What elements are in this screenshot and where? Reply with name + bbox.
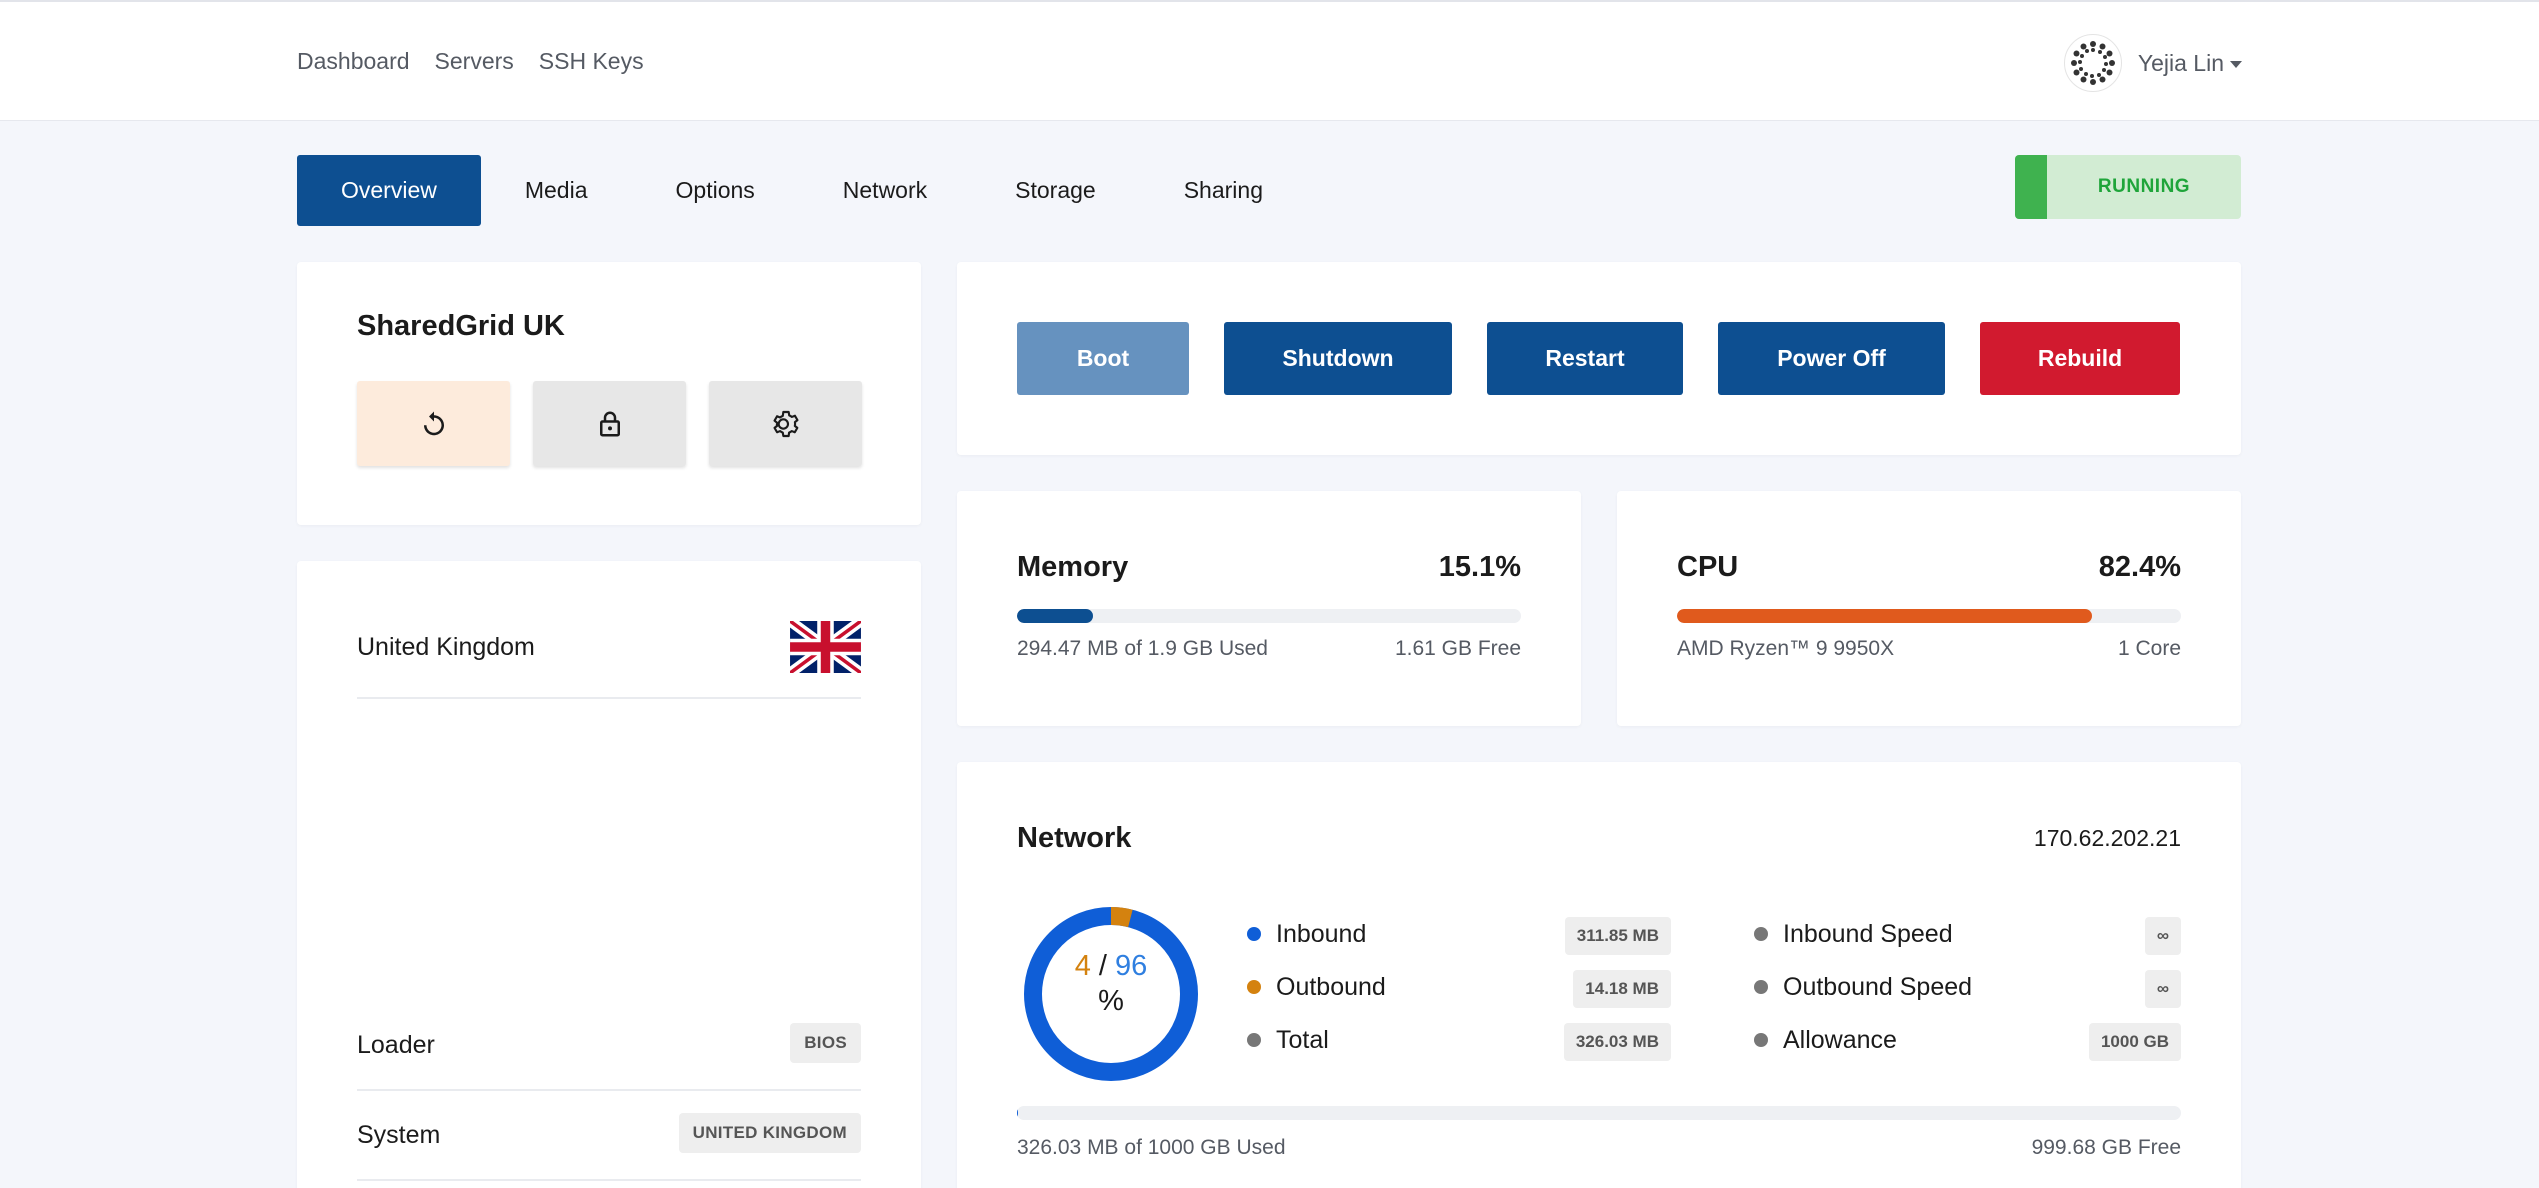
allowance-dot-icon [1754,1033,1768,1047]
lock-button[interactable] [533,381,686,466]
loader-row: Loader BIOS [357,1001,861,1091]
donut-inbound-pct: 96 [1115,950,1148,982]
reinstall-icon [423,411,444,435]
legend-allowance-value: 1000 GB [2088,1023,2181,1061]
loader-label: Loader [357,1031,435,1059]
legend-outbound-speed: Outbound Speed [1754,967,1972,1007]
legend-inbound-speed-value: ∞ [2144,917,2181,955]
user-name-text: Yejia Lin [2137,49,2224,76]
status-badge: RUNNING [2015,155,2241,219]
top-navbar: Dashboard Servers SSH Keys Yejia Lin [0,0,2539,121]
restart-button[interactable]: Restart [1487,322,1683,395]
legend-total: Total [1247,1020,1329,1060]
legend-total-value: 326.03 MB [1563,1023,1671,1061]
legend-inbound-label: Inbound [1276,919,1367,948]
avatar[interactable] [2063,34,2122,92]
tab-options[interactable]: Options [632,155,799,226]
donut-outbound-pct: 4 [1074,950,1091,982]
donut-slash: / [1098,950,1107,982]
reinstall-button[interactable] [357,381,510,466]
cpu-usage-bar [1677,609,2181,623]
gear-icon [772,410,799,437]
legend-total-label: Total [1276,1025,1329,1054]
legend-inbound: Inbound [1247,914,1366,954]
cpu-cores: 1 Core [2117,637,2181,660]
nav-dashboard-link[interactable]: Dashboard [297,48,410,75]
inbound-speed-dot-icon [1754,927,1768,941]
cpu-usage-fill [1677,609,2093,623]
nav-servers-link[interactable]: Servers [435,48,514,75]
uk-flag-icon [790,621,861,673]
status-label: RUNNING [2097,176,2191,197]
legend-outbound-value: 14.18 MB [1573,970,1671,1008]
legend-outbound: Outbound [1247,967,1386,1007]
status-indicator-bar [2015,155,2047,219]
power-off-button[interactable]: Power Off [1718,322,1945,395]
legend-allowance: Allowance [1754,1020,1897,1060]
location-label: United Kingdom [357,633,535,661]
network-card: Network 170.62.202.21 4 / 96 % Inbound 3… [957,762,2241,1188]
memory-title: Memory [1017,551,1129,583]
server-card: SharedGrid UK [297,262,921,525]
power-actions-card: Boot Shutdown Restart Power Off Rebuild [957,262,2241,455]
lock-icon [599,411,620,436]
memory-percent: 15.1% [1438,551,1521,583]
tab-media[interactable]: Media [481,155,632,226]
legend-outbound-speed-value: ∞ [2144,970,2181,1008]
tab-overview[interactable]: Overview [297,155,481,226]
nav-ssh-keys-link[interactable]: SSH Keys [539,48,644,75]
memory-usage-fill [1017,609,1094,623]
donut-percent-sign: % [1098,985,1124,1017]
user-name[interactable]: Yejia Lin [2138,50,2242,77]
tab-network[interactable]: Network [799,155,971,226]
network-title: Network [1017,822,1132,854]
network-free-text: 999.68 GB Free [2031,1136,2181,1159]
cpu-card: CPU 82.4% AMD Ryzen™ 9 9950X 1 Core [1617,491,2241,726]
network-usage-bar [1017,1106,2181,1120]
memory-card: Memory 15.1% 294.47 MB of 1.9 GB Used 1.… [957,491,1581,726]
rebuild-button[interactable]: Rebuild [1980,322,2180,395]
server-info-card: United Kingdom Loader BIOS System UNITED… [297,561,921,1188]
outbound-speed-dot-icon [1754,980,1768,994]
memory-usage-bar [1017,609,1521,623]
main-nav: Dashboard Servers SSH Keys [297,48,644,75]
server-tabs: Overview Media Options Network Storage S… [297,155,1307,226]
cpu-model: AMD Ryzen™ 9 9950X [1677,637,1895,660]
chevron-down-icon [2230,60,2242,68]
system-row: System UNITED KINGDOM [357,1091,861,1181]
tab-sharing[interactable]: Sharing [1140,155,1307,226]
network-used-text: 326.03 MB of 1000 GB Used [1017,1136,1286,1159]
donut-label: 4 / 96 % [1017,900,1205,1018]
legend-inbound-speed: Inbound Speed [1754,914,1953,954]
shutdown-button[interactable]: Shutdown [1224,322,1452,395]
tab-storage[interactable]: Storage [971,155,1140,226]
user-menu[interactable]: Yejia Lin [2063,34,2242,92]
legend-allowance-label: Allowance [1783,1025,1897,1054]
memory-free-text: 1.61 GB Free [1394,637,1521,660]
cpu-title: CPU [1677,551,1739,583]
boot-button[interactable]: Boot [1017,322,1189,395]
legend-inbound-value: 311.85 MB [1564,917,1671,955]
location-row: United Kingdom [357,611,861,699]
memory-used-text: 294.47 MB of 1.9 GB Used [1017,637,1268,660]
inbound-dot-icon [1247,927,1261,941]
avatar-icon [2070,41,2115,85]
settings-button[interactable] [709,381,862,466]
outbound-dot-icon [1247,980,1261,994]
legend-outbound-speed-label: Outbound Speed [1783,972,1973,1001]
network-ip-address[interactable]: 170.62.202.21 [2034,825,2181,852]
cpu-percent: 82.4% [2098,551,2181,583]
legend-inbound-speed-label: Inbound Speed [1783,919,1953,948]
server-name: SharedGrid UK [357,310,565,342]
total-dot-icon [1247,1033,1261,1047]
system-label: System [357,1121,441,1149]
legend-outbound-label: Outbound [1276,972,1386,1001]
system-badge: UNITED KINGDOM [678,1113,861,1153]
loader-badge: BIOS [790,1023,861,1063]
